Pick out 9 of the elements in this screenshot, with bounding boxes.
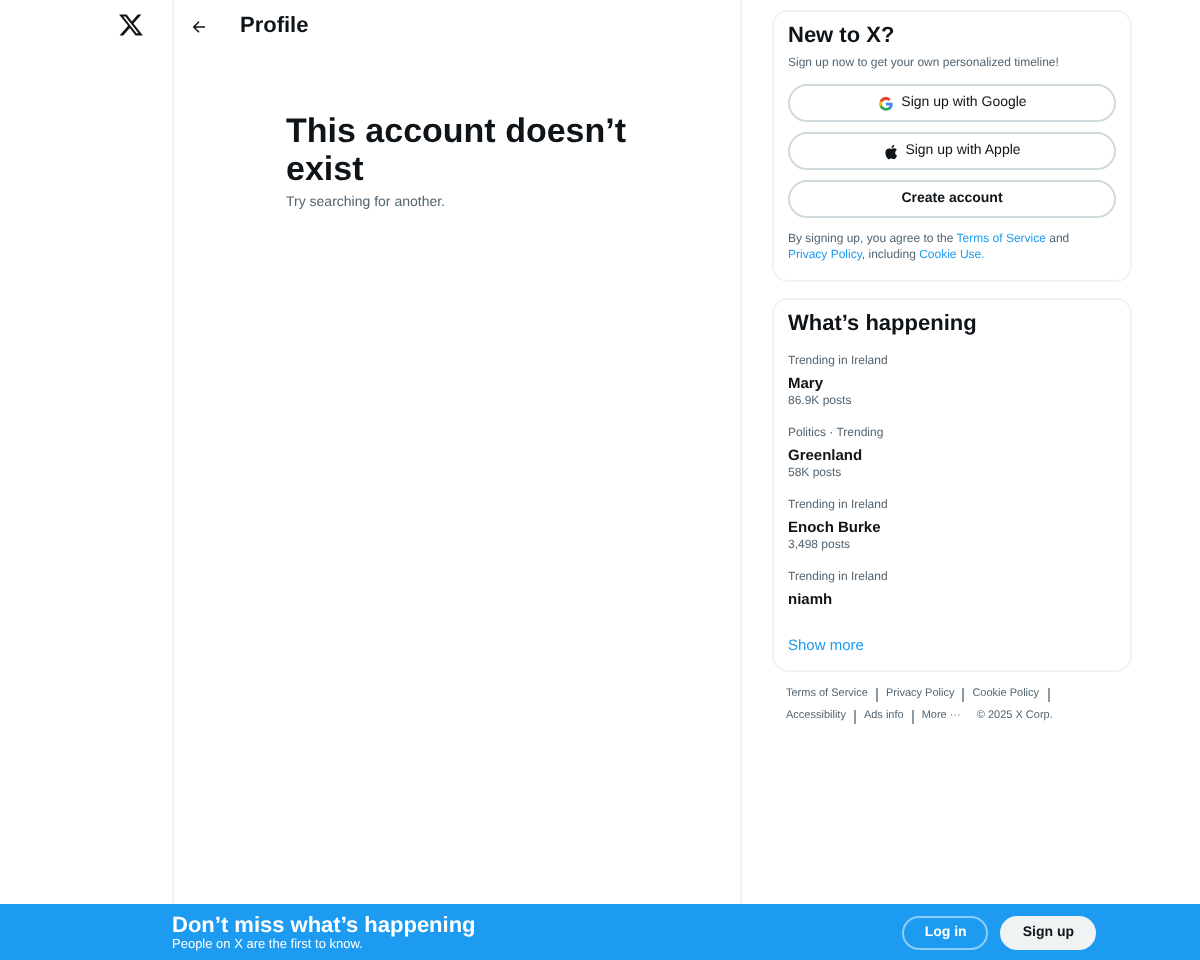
card-title: New to X? (788, 24, 897, 48)
x-logo-icon[interactable] (118, 12, 144, 38)
back-arrow-icon[interactable] (190, 17, 208, 35)
google-icon (877, 95, 894, 111)
apple-icon (883, 143, 898, 159)
empty-state-title: This account doesn’t exist (286, 112, 629, 188)
card-title: What’s happening (788, 312, 979, 336)
page-title: Profile (240, 14, 309, 38)
banner-title: Don’t miss what’s happening (172, 913, 476, 937)
